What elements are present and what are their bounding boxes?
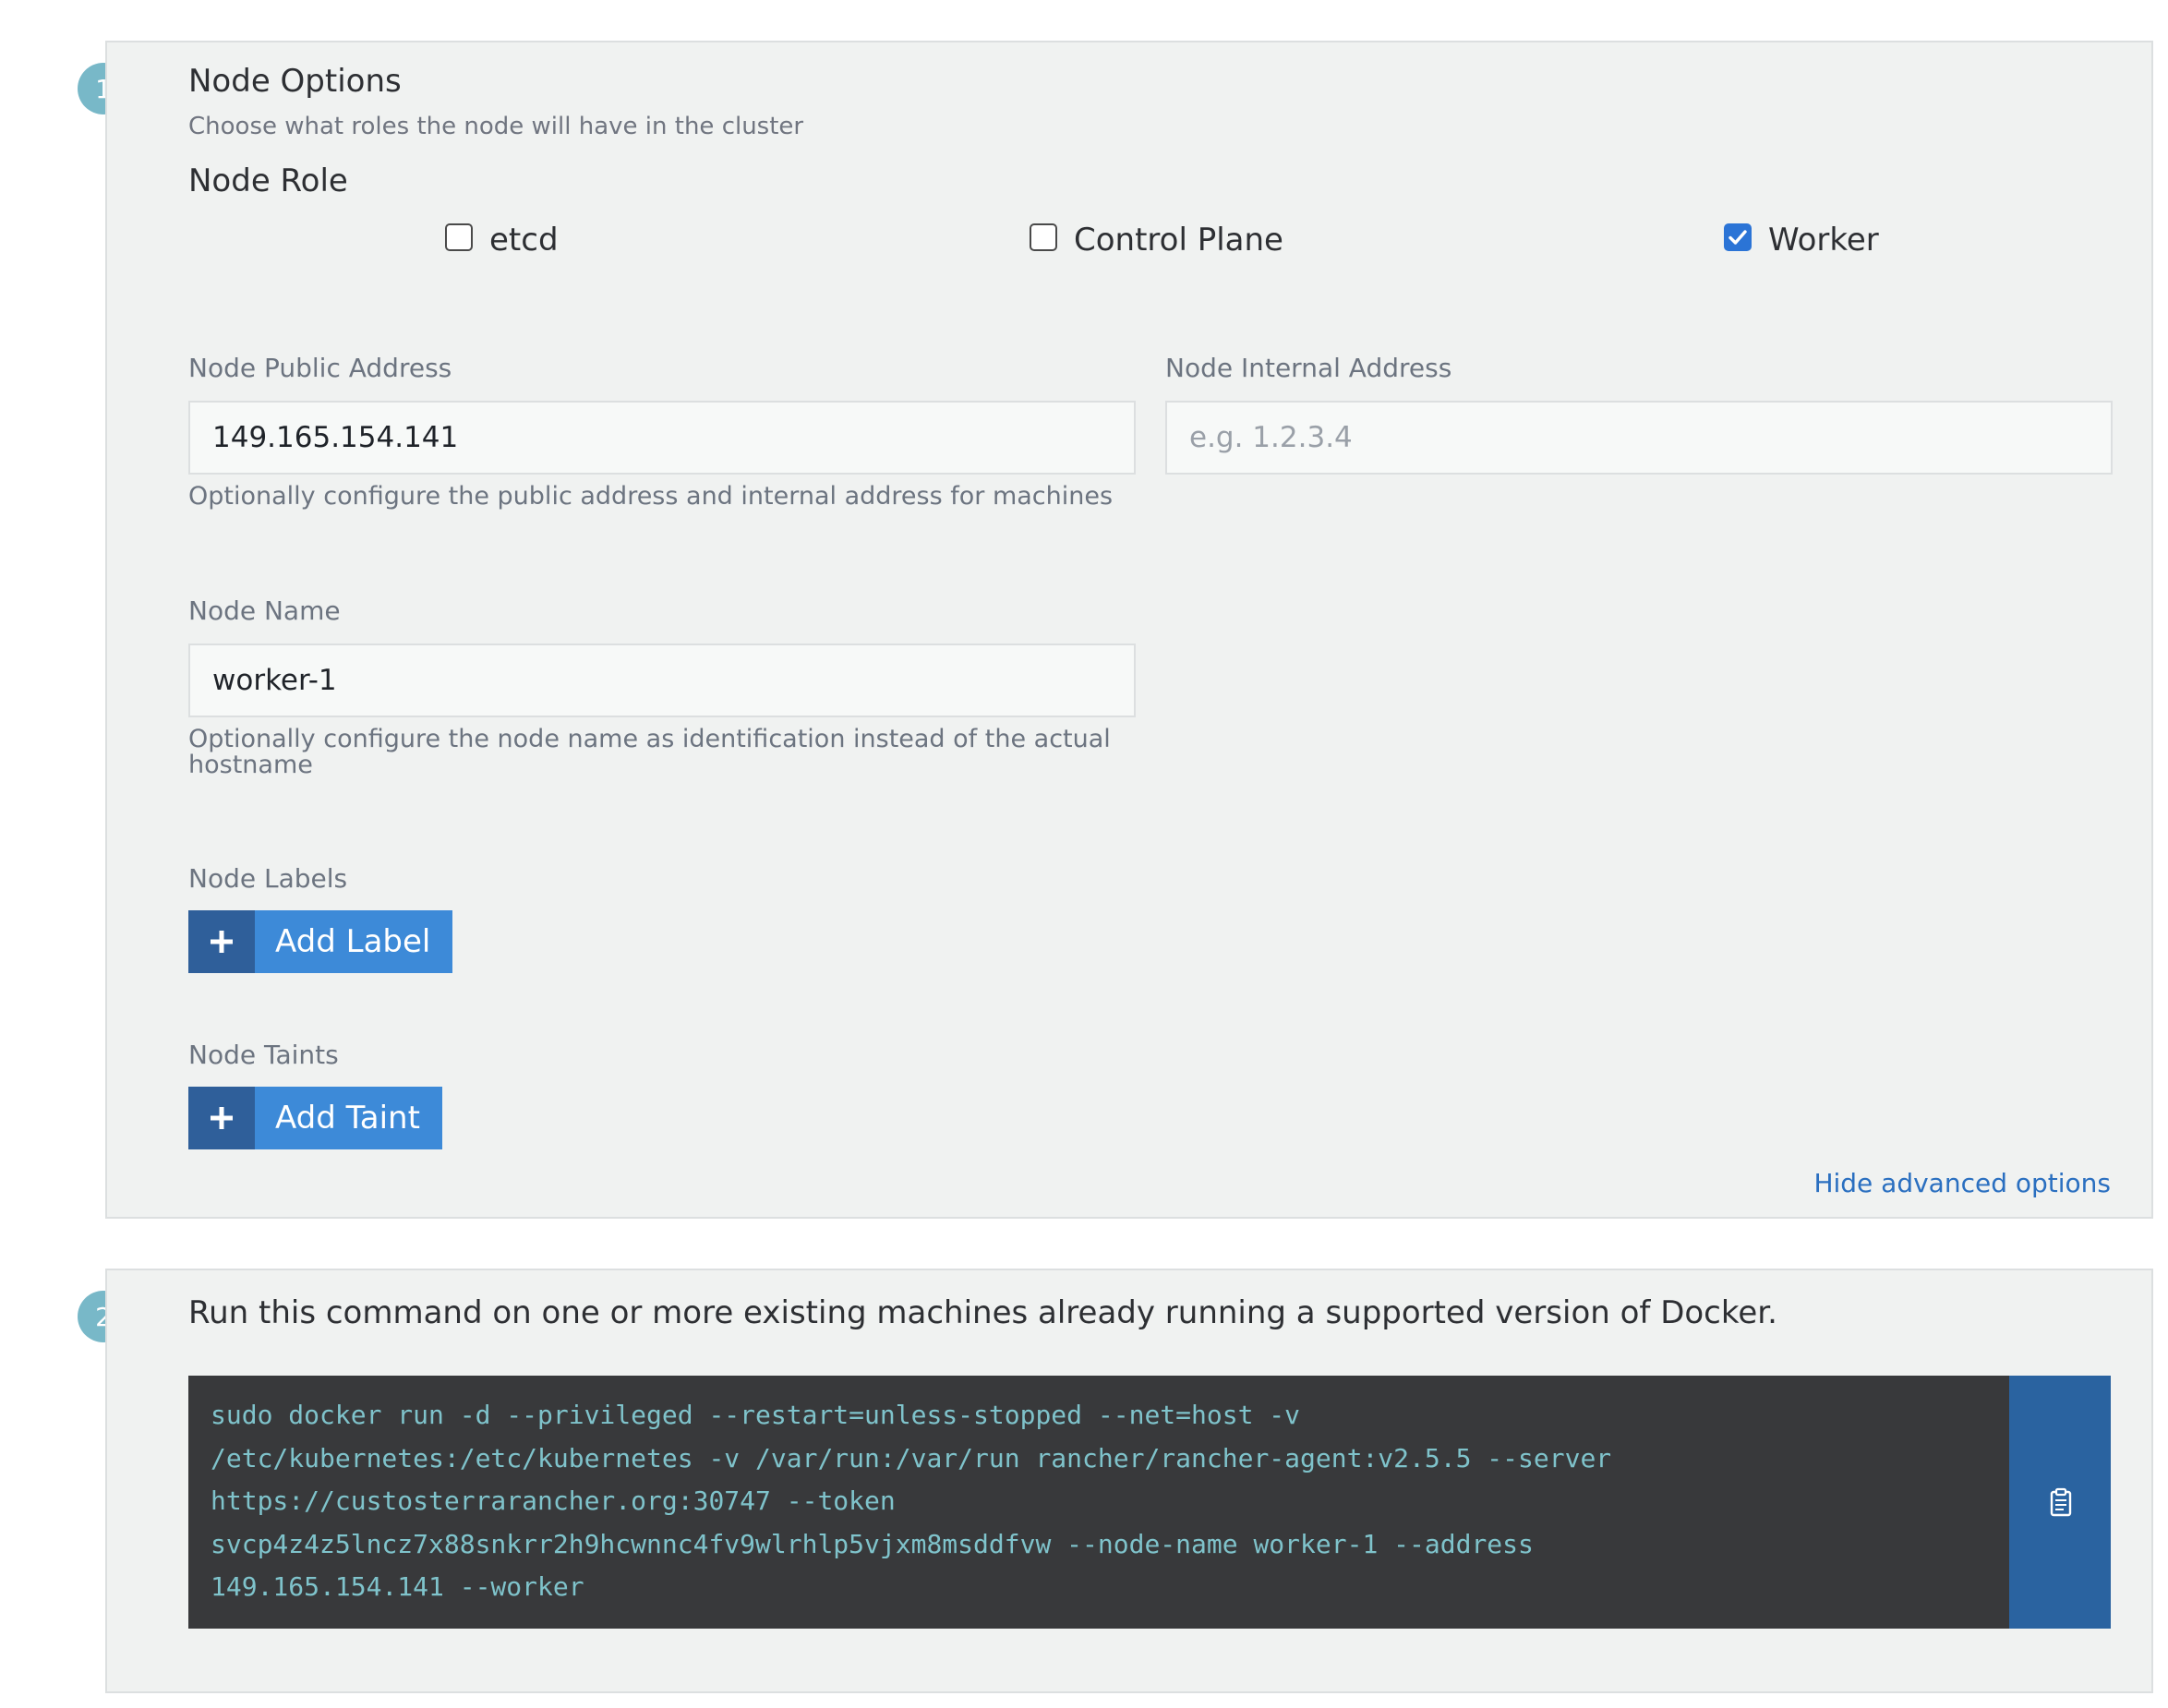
role-control-plane-option[interactable]: Control Plane — [1030, 222, 1283, 259]
add-label-button-text: Add Label — [275, 923, 431, 960]
node-taints-label: Node Taints — [188, 1040, 339, 1070]
plus-icon — [188, 1087, 255, 1149]
internal-address-label: Node Internal Address — [1165, 353, 1452, 383]
worker-checkbox[interactable] — [1724, 223, 1752, 251]
add-label-button[interactable]: Add Label — [188, 910, 453, 973]
docker-command-block[interactable]: sudo docker run -d --privileged --restar… — [188, 1376, 2009, 1629]
node-role-heading: Node Role — [188, 162, 348, 199]
run-command-instruction: Run this command on one or more existing… — [188, 1294, 1777, 1331]
add-taint-button-text: Add Taint — [275, 1100, 420, 1137]
node-options-subtitle: Choose what roles the node will have in … — [188, 113, 804, 140]
role-worker-option[interactable]: Worker — [1724, 222, 1879, 259]
node-name-input[interactable] — [188, 644, 1136, 717]
checkmark-icon — [1728, 230, 1747, 245]
command-line: /etc/kubernetes:/etc/kubernetes -v /var/… — [211, 1442, 1612, 1473]
control-plane-label: Control Plane — [1074, 222, 1283, 259]
plus-icon — [188, 910, 255, 973]
hide-advanced-options-link[interactable]: Hide advanced options — [1813, 1168, 2111, 1198]
internal-address-input[interactable] — [1165, 401, 2113, 475]
command-line: 149.165.154.141 --worker — [211, 1571, 584, 1602]
command-line: svcp4z4z5lncz7x88snkrr2h9hcwnnc4fv9wlrhl… — [211, 1528, 1534, 1559]
node-options-title: Node Options — [188, 63, 402, 100]
node-options-panel — [105, 41, 2153, 1219]
public-address-label: Node Public Address — [188, 353, 452, 383]
clipboard-icon — [2050, 1487, 2072, 1517]
control-plane-checkbox[interactable] — [1030, 223, 1057, 251]
public-address-input[interactable] — [188, 401, 1136, 475]
add-taint-button[interactable]: Add Taint — [188, 1087, 442, 1149]
role-etcd-option[interactable]: etcd — [445, 222, 559, 259]
node-name-label: Node Name — [188, 595, 341, 626]
command-line: https://custosterrarancher.org:30747 --t… — [211, 1485, 896, 1516]
copy-command-button[interactable] — [2009, 1376, 2111, 1629]
etcd-checkbox[interactable] — [445, 223, 473, 251]
node-labels-label: Node Labels — [188, 863, 348, 894]
etcd-label: etcd — [489, 222, 559, 259]
address-help-text: Optionally configure the public address … — [188, 482, 1114, 511]
command-line: sudo docker run -d --privileged --restar… — [211, 1400, 1301, 1430]
worker-label: Worker — [1768, 222, 1879, 259]
node-name-help-text: Optionally configure the node name as id… — [188, 725, 1111, 779]
